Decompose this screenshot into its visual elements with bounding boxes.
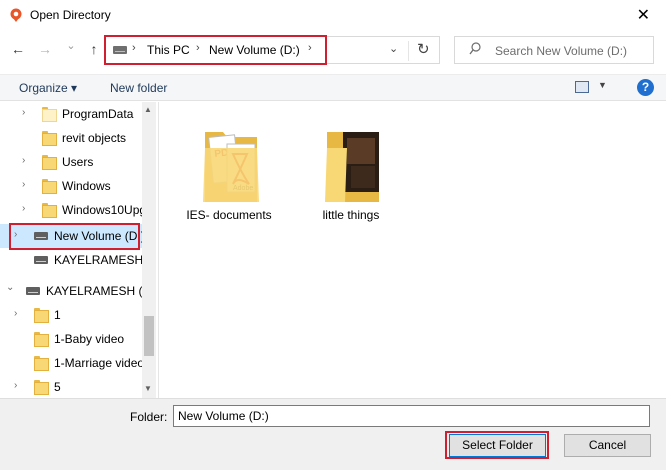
dialog-footer: Folder: New Volume (D:) Select Folder Ca… <box>0 398 666 470</box>
folder-field-label: Folder: <box>130 410 168 424</box>
tree-item-label: revit objects <box>62 131 127 145</box>
tree-item-kayelramesh-1[interactable]: KAYELRAMESH ( <box>0 248 150 272</box>
window-title: Open Directory <box>30 8 111 22</box>
photo-folder-icon <box>325 132 379 202</box>
tree-item-label: ProgramData <box>62 107 134 121</box>
collapse-chevron-icon[interactable]: ⌄ <box>6 282 14 293</box>
expand-chevron-icon[interactable]: › <box>22 107 25 118</box>
tree-item-1-baby-video[interactable]: 1-Baby video <box>0 327 142 351</box>
tree-item-label: KAYELRAMESH (F: <box>46 284 154 298</box>
file-list-pane: PDF Adobe IES- documents little things <box>158 102 666 398</box>
tree-item-label: 1-Marriage video <box>54 356 145 370</box>
new-folder-button[interactable]: New folder <box>110 81 167 95</box>
back-arrow-icon[interactable]: ← <box>10 41 26 57</box>
address-divider <box>408 41 409 61</box>
folder-item-little-things[interactable]: little things <box>305 116 397 226</box>
folder-icon <box>34 308 49 323</box>
tree-item-label: 1-Baby video <box>54 332 125 346</box>
view-options-icon[interactable] <box>575 81 589 93</box>
tree-item-1[interactable]: › 1 <box>0 303 142 327</box>
forward-arrow-icon[interactable]: → <box>37 41 53 57</box>
tree-item-windows[interactable]: › Windows <box>0 174 142 198</box>
scroll-down-icon[interactable]: ▼ <box>144 384 152 393</box>
folder-icon <box>34 332 49 347</box>
folder-icon <box>42 107 57 122</box>
expand-chevron-icon[interactable]: › <box>14 380 17 391</box>
cancel-button[interactable]: Cancel <box>564 434 651 457</box>
expand-chevron-icon[interactable]: › <box>14 308 17 319</box>
address-highlight-box <box>104 35 327 65</box>
select-folder-highlight-box <box>445 431 549 459</box>
folder-icon <box>42 131 57 146</box>
folder-item-label: little things <box>322 208 380 222</box>
refresh-icon[interactable]: ↻ <box>417 40 430 58</box>
view-dropdown-icon[interactable]: ▼ <box>598 80 607 90</box>
search-icon <box>469 42 481 55</box>
drive-icon <box>34 256 48 264</box>
app-icon <box>10 8 22 22</box>
title-bar: Open Directory ✕ <box>0 0 666 30</box>
tree-item-label: 1 <box>54 308 61 322</box>
pdf-folder-icon: PDF Adobe <box>203 132 259 202</box>
folder-input[interactable]: New Volume (D:) <box>173 405 650 427</box>
scroll-up-icon[interactable]: ▲ <box>144 105 152 114</box>
drive-icon <box>26 287 40 295</box>
tree-item-label: Users <box>62 155 94 169</box>
scrollbar-thumb[interactable] <box>144 316 154 356</box>
organize-menu[interactable]: Organize ▾ <box>19 81 77 95</box>
navigation-scrollbar[interactable]: ▲ ▼ <box>142 102 156 398</box>
navigation-pane: › ProgramData revit objects › Users › Wi… <box>0 102 156 398</box>
expand-chevron-icon[interactable]: › <box>22 155 25 166</box>
tree-highlight-box <box>9 223 140 250</box>
tree-item-users[interactable]: › Users <box>0 150 142 174</box>
recent-locations-chevron-icon[interactable]: ⌄ <box>63 38 79 54</box>
help-icon[interactable]: ? <box>637 79 654 96</box>
tree-item-windows10upg[interactable]: › Windows10Upg <box>0 198 146 222</box>
search-box[interactable]: Search New Volume (D:) <box>454 36 654 64</box>
tree-item-kayelramesh-f[interactable]: ⌄ KAYELRAMESH (F: <box>0 279 153 303</box>
address-dropdown-chevron-icon[interactable]: ⌄ <box>389 42 398 55</box>
expand-chevron-icon[interactable]: › <box>22 179 25 190</box>
tree-item-revit-objects[interactable]: revit objects <box>0 126 142 150</box>
tree-item-label: KAYELRAMESH ( <box>54 253 151 267</box>
tree-item-label: 5 <box>54 380 61 394</box>
folder-item-ies-documents[interactable]: PDF Adobe IES- documents <box>183 116 275 226</box>
up-arrow-icon[interactable]: ↑ <box>86 41 102 57</box>
folder-icon <box>34 380 49 395</box>
folder-icon <box>34 356 49 371</box>
tree-item-label: Windows10Upg <box>62 203 147 217</box>
tree-item-5[interactable]: › 5 <box>0 375 142 398</box>
folder-icon <box>42 155 57 170</box>
folder-icon <box>42 179 57 194</box>
tree-item-programdata[interactable]: › ProgramData <box>0 102 142 126</box>
expand-chevron-icon[interactable]: › <box>22 203 25 214</box>
command-toolbar: Organize ▾ New folder ▼ ? <box>0 74 666 101</box>
folder-icon <box>42 203 57 218</box>
search-placeholder: Search New Volume (D:) <box>495 44 628 58</box>
tree-item-1-marriage-video[interactable]: 1-Marriage video <box>0 351 145 375</box>
tree-item-label: Windows <box>62 179 111 193</box>
close-icon[interactable]: ✕ <box>637 5 650 25</box>
folder-item-label: IES- documents <box>186 208 272 222</box>
